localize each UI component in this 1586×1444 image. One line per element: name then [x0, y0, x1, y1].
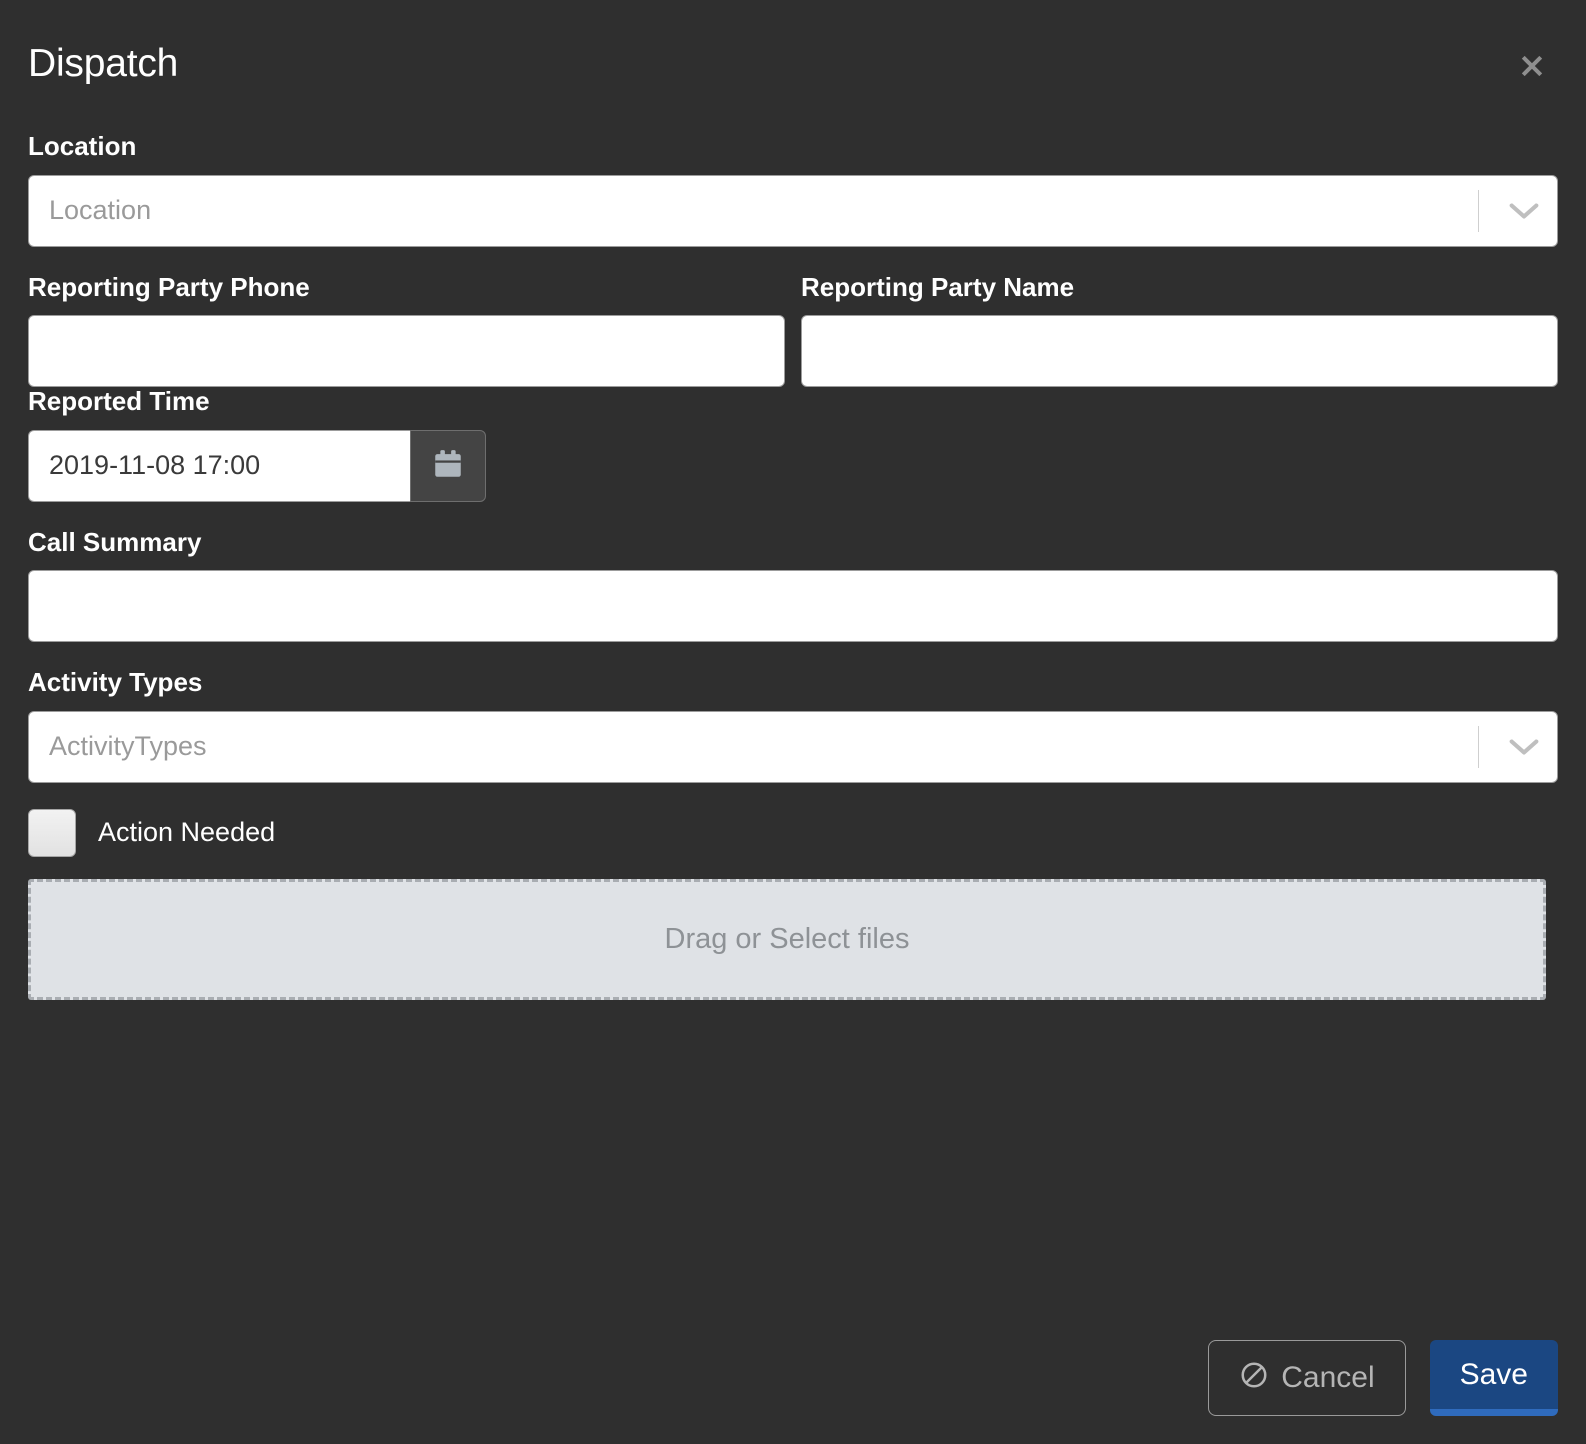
- reporting-party-phone-input[interactable]: [28, 315, 785, 388]
- modal-header: Dispatch: [28, 28, 1558, 106]
- select-separator: [1478, 725, 1479, 768]
- page-title: Dispatch: [28, 42, 179, 85]
- calendar-picker-button[interactable]: [410, 429, 486, 502]
- reporting-party-phone-label: Reporting Party Phone: [28, 271, 310, 302]
- dispatch-modal: Dispatch Location Location Reporting Par…: [0, 0, 1586, 1444]
- call-summary-label: Call Summary: [28, 526, 202, 557]
- action-needed-checkbox[interactable]: [28, 808, 76, 857]
- reporting-party-name-label: Reporting Party Name: [801, 271, 1075, 302]
- reporting-party-name-group: Reporting Party Name: [801, 271, 1558, 388]
- action-needed-label: Action Needed: [98, 817, 276, 848]
- call-summary-group: Call Summary: [28, 528, 1558, 643]
- reported-time-control: [28, 429, 1558, 502]
- activity-types-selected-value: ActivityTypes: [49, 731, 207, 762]
- close-icon: [1517, 51, 1547, 81]
- save-button[interactable]: Save: [1429, 1340, 1558, 1416]
- activity-types-label: Activity Types: [28, 667, 203, 698]
- reported-time-group: Reported Time: [28, 387, 1558, 502]
- reported-time-input[interactable]: [28, 429, 410, 502]
- calendar-icon: [431, 447, 465, 484]
- activity-types-group: Activity Types ActivityTypes: [28, 668, 1558, 783]
- action-needed-row: Action Needed: [28, 808, 1558, 857]
- ban-icon: [1239, 1360, 1269, 1396]
- location-label: Location: [28, 131, 137, 161]
- reported-time-label: Reported Time: [28, 386, 210, 417]
- chevron-down-icon[interactable]: [1501, 736, 1547, 758]
- activity-types-select[interactable]: ActivityTypes: [28, 710, 1558, 783]
- chevron-down-icon[interactable]: [1501, 200, 1547, 222]
- select-separator: [1478, 189, 1479, 232]
- location-select[interactable]: Location: [28, 174, 1558, 247]
- location-field-group: Location Location: [28, 132, 1558, 247]
- file-dropzone[interactable]: Drag or Select files: [28, 878, 1546, 1000]
- call-summary-input[interactable]: [28, 570, 1558, 643]
- file-dropzone-label: Drag or Select files: [664, 922, 910, 955]
- reporting-party-name-input[interactable]: [801, 315, 1558, 388]
- cancel-button-label: Cancel: [1281, 1361, 1375, 1394]
- reporting-party-row: Reporting Party Phone Reporting Party Na…: [28, 271, 1558, 388]
- cancel-button[interactable]: Cancel: [1208, 1340, 1406, 1416]
- close-button[interactable]: [1510, 44, 1554, 88]
- location-selected-value: Location: [49, 195, 152, 226]
- reporting-party-phone-group: Reporting Party Phone: [28, 271, 785, 388]
- modal-footer: Cancel Save: [1208, 1340, 1558, 1416]
- dispatch-form: Location Location Reporting Party Phone …: [28, 106, 1558, 1000]
